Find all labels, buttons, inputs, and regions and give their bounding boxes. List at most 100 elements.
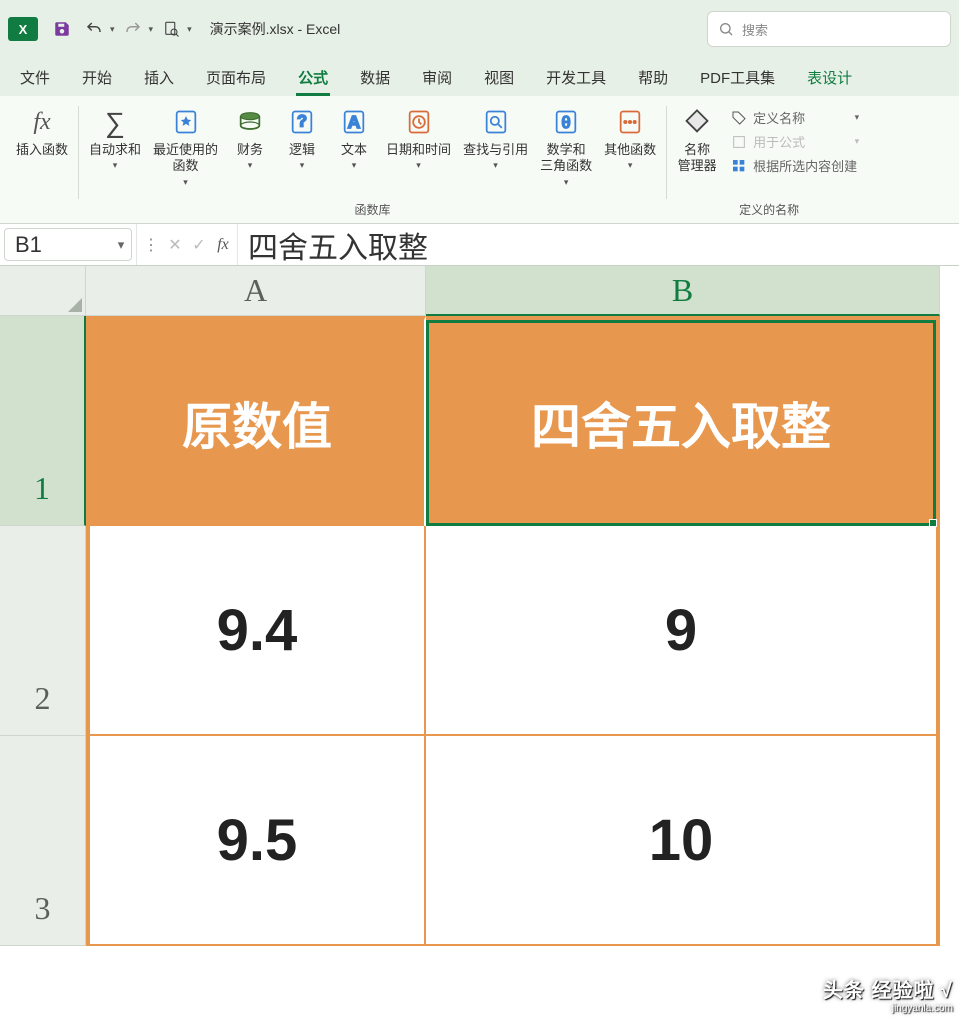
name-box[interactable]: B1 ▾ bbox=[4, 228, 132, 261]
cell-A1[interactable]: 原数值 bbox=[86, 316, 426, 526]
save-icon bbox=[53, 20, 71, 38]
math-trig-button[interactable]: θ 数学和 三角函数▾ bbox=[536, 100, 596, 190]
tab-page-layout[interactable]: 页面布局 bbox=[194, 59, 278, 96]
chevron-down-icon: ▾ bbox=[113, 160, 118, 171]
title-bar: X ▾ ▾ ▾ 演示案例.xlsx - Excel 搜索 bbox=[0, 0, 959, 58]
tab-data[interactable]: 数据 bbox=[348, 59, 402, 96]
tab-home[interactable]: 开始 bbox=[70, 59, 124, 96]
enter-icon[interactable]: ✓ bbox=[189, 235, 209, 255]
chevron-down-icon: ▾ bbox=[248, 160, 253, 171]
datetime-button[interactable]: 日期和时间 ▾ bbox=[382, 100, 455, 174]
search-placeholder: 搜索 bbox=[742, 20, 768, 39]
tag-small-icon bbox=[731, 110, 747, 126]
chevron-down-icon: ▾ bbox=[564, 177, 569, 188]
qat-overflow[interactable]: ▾ bbox=[187, 24, 192, 35]
cell-B2[interactable]: 9 bbox=[426, 526, 940, 736]
create-from-selection-button[interactable]: 根据所选内容创建 bbox=[725, 154, 865, 177]
tab-file[interactable]: 文件 bbox=[8, 59, 62, 96]
ribbon-tabs: 文件 开始 插入 页面布局 公式 数据 审阅 视图 开发工具 帮助 PDF工具集… bbox=[0, 58, 959, 96]
save-button[interactable] bbox=[48, 15, 76, 43]
search-icon bbox=[718, 21, 734, 37]
cell-B1[interactable]: 四舍五入取整 bbox=[426, 316, 940, 526]
search-box[interactable]: 搜索 bbox=[707, 11, 951, 47]
print-preview-button[interactable] bbox=[157, 15, 185, 43]
app-icon: X bbox=[8, 17, 38, 41]
column-header-B[interactable]: B bbox=[426, 266, 940, 316]
star-icon bbox=[170, 106, 202, 138]
formula-input[interactable]: 四舍五入取整 bbox=[237, 224, 959, 265]
group-insert-function: fx 插入函数 bbox=[8, 100, 76, 223]
group-function-library: ∑ 自动求和 ▾ 最近使用的 函数▾ 财务 ▾ ? bbox=[81, 100, 664, 223]
redo-button[interactable] bbox=[119, 15, 147, 43]
chevron-down-icon: ▾ bbox=[628, 160, 633, 171]
tab-table-design[interactable]: 表设计 bbox=[795, 59, 864, 96]
define-name-button[interactable]: 定义名称 ▾ bbox=[725, 106, 865, 129]
name-box-dropdown[interactable]: ▾ bbox=[111, 237, 131, 253]
row-header-3[interactable]: 3 bbox=[0, 736, 86, 946]
more-icon bbox=[614, 106, 646, 138]
name-box-value[interactable]: B1 bbox=[5, 232, 111, 258]
cell-A3[interactable]: 9.5 bbox=[86, 736, 426, 946]
window-title: 演示案例.xlsx - Excel bbox=[210, 19, 341, 39]
fx-small-icon bbox=[731, 134, 747, 150]
undo-button[interactable] bbox=[80, 15, 108, 43]
function-library-label: 函数库 bbox=[85, 198, 660, 221]
more-functions-button[interactable]: 其他函数 ▾ bbox=[600, 100, 660, 174]
cell-B3[interactable]: 10 bbox=[426, 736, 940, 946]
column-header-A[interactable]: A bbox=[86, 266, 426, 316]
undo-icon bbox=[85, 20, 103, 38]
quick-access-toolbar: ▾ ▾ ▾ bbox=[48, 15, 192, 43]
svg-text:θ: θ bbox=[562, 114, 571, 132]
svg-text:?: ? bbox=[297, 113, 307, 131]
defined-names-label: 定义的名称 bbox=[673, 198, 865, 221]
grid-small-icon bbox=[731, 158, 747, 174]
cell-A2[interactable]: 9.4 bbox=[86, 526, 426, 736]
tab-formulas[interactable]: 公式 bbox=[286, 59, 340, 96]
chevron-down-icon: ▾ bbox=[352, 160, 357, 171]
clock-icon bbox=[403, 106, 435, 138]
financial-icon bbox=[234, 106, 266, 138]
insert-function-button[interactable]: fx 插入函数 bbox=[12, 100, 72, 160]
tab-pdf-tools[interactable]: PDF工具集 bbox=[688, 59, 787, 96]
tab-review[interactable]: 审阅 bbox=[410, 59, 464, 96]
formula-bar: B1 ▾ ⋮ ✕ ✓ fx 四舍五入取整 bbox=[0, 224, 959, 266]
chevron-down-icon: ▾ bbox=[493, 160, 498, 171]
recently-used-button[interactable]: 最近使用的 函数▾ bbox=[149, 100, 222, 190]
expand-icon[interactable]: ⋮ bbox=[141, 235, 161, 255]
text-button[interactable]: A 文本 ▾ bbox=[330, 100, 378, 174]
tab-help[interactable]: 帮助 bbox=[626, 59, 680, 96]
use-in-formula-button[interactable]: 用于公式 ▾ bbox=[725, 130, 865, 153]
insert-function-label: 插入函数 bbox=[16, 142, 68, 158]
redo-dropdown[interactable]: ▾ bbox=[149, 24, 154, 35]
sigma-icon: ∑ bbox=[99, 106, 131, 138]
cancel-icon[interactable]: ✕ bbox=[165, 235, 185, 255]
tag-icon bbox=[681, 106, 713, 138]
chevron-down-icon: ▾ bbox=[183, 177, 188, 188]
name-manager-button[interactable]: 名称 管理器 bbox=[673, 100, 721, 177]
select-all-corner[interactable] bbox=[0, 266, 86, 316]
fx-icon: fx bbox=[26, 106, 58, 138]
theta-icon: θ bbox=[550, 106, 582, 138]
spreadsheet-grid: A B 1 原数值 四舍五入取整 2 9.4 9 3 9.5 10 bbox=[0, 266, 959, 946]
tab-insert[interactable]: 插入 bbox=[132, 59, 186, 96]
fx-icon[interactable]: fx bbox=[213, 236, 233, 254]
tab-developer[interactable]: 开发工具 bbox=[534, 59, 618, 96]
lookup-button[interactable]: 查找与引用 ▾ bbox=[459, 100, 532, 174]
logical-button[interactable]: ? 逻辑 ▾ bbox=[278, 100, 326, 174]
chevron-down-icon: ▾ bbox=[300, 160, 305, 171]
row-header-2[interactable]: 2 bbox=[0, 526, 86, 736]
autosum-button[interactable]: ∑ 自动求和 ▾ bbox=[85, 100, 145, 174]
group-defined-names: 名称 管理器 定义名称 ▾ 用于公式 ▾ 根据所选内容创建 bbox=[669, 100, 869, 223]
text-icon: A bbox=[338, 106, 370, 138]
preview-icon bbox=[162, 20, 180, 38]
undo-dropdown[interactable]: ▾ bbox=[110, 24, 115, 35]
redo-icon bbox=[124, 20, 142, 38]
svg-text:A: A bbox=[348, 112, 361, 132]
logical-icon: ? bbox=[286, 106, 318, 138]
lookup-icon bbox=[480, 106, 512, 138]
watermark: 头条 经验啦 √ jingyanla.com bbox=[823, 974, 953, 1014]
financial-button[interactable]: 财务 ▾ bbox=[226, 100, 274, 174]
row-header-1[interactable]: 1 bbox=[0, 316, 86, 526]
chevron-down-icon: ▾ bbox=[416, 160, 421, 171]
tab-view[interactable]: 视图 bbox=[472, 59, 526, 96]
